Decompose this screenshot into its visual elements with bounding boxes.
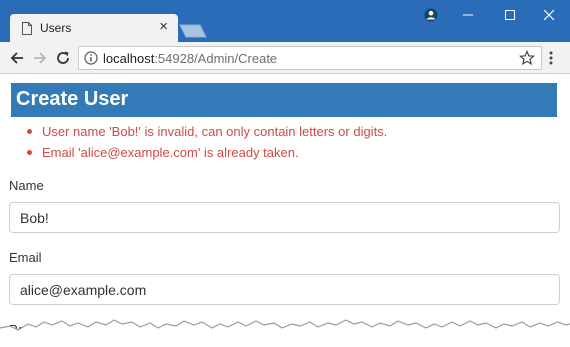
profile-icon[interactable] (424, 8, 438, 22)
tab-title: Users (40, 21, 72, 35)
maximize-icon[interactable] (489, 0, 531, 30)
browser-tab[interactable]: Users × (10, 14, 178, 42)
reload-icon[interactable] (53, 48, 73, 68)
page-icon (22, 22, 32, 35)
name-label: Name (9, 178, 44, 193)
back-icon[interactable] (7, 48, 27, 68)
forward-icon[interactable] (30, 48, 50, 68)
email-label: Email (9, 250, 42, 265)
page-title: Create User (16, 88, 129, 110)
browser-toolbar: localhost:54928/Admin/Create (0, 42, 570, 74)
error-message: Email 'alice@example.com' is already tak… (26, 144, 387, 165)
close-icon[interactable]: × (159, 19, 168, 34)
minimize-icon[interactable] (447, 0, 489, 30)
validation-summary: User name 'Bob!' is invalid, can only co… (26, 123, 387, 165)
address-bar[interactable]: localhost:54928/Admin/Create (78, 46, 542, 70)
close-window-icon[interactable] (528, 0, 570, 30)
url-host: localhost (103, 51, 155, 66)
error-message: User name 'Bob!' is invalid, can only co… (26, 123, 387, 144)
menu-icon[interactable] (548, 50, 554, 66)
name-input[interactable] (9, 202, 560, 233)
url-path: :54928/Admin/Create (154, 51, 278, 66)
browser-titlebar: Users × (0, 0, 570, 42)
page-header: Create User (11, 83, 557, 117)
info-icon[interactable] (84, 51, 98, 65)
star-icon[interactable] (519, 50, 535, 66)
new-tab-icon[interactable] (176, 24, 208, 38)
torn-edge (0, 319, 570, 347)
url-text: localhost:54928/Admin/Create (103, 51, 277, 66)
